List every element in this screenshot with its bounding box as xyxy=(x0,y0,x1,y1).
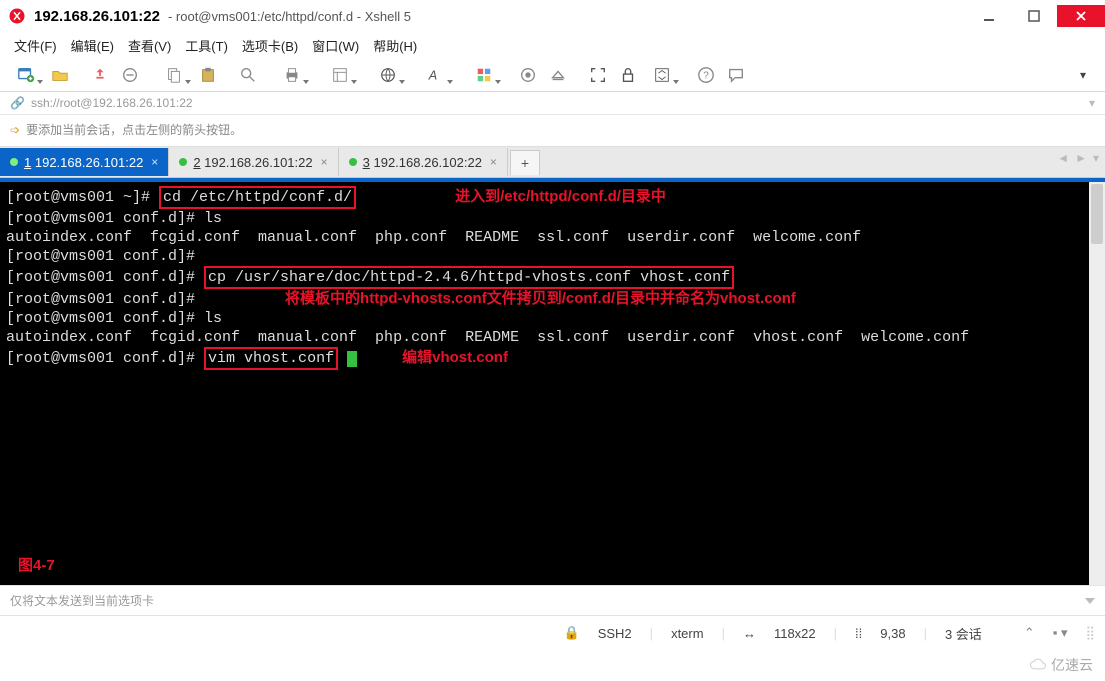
terminal-scrollbar[interactable] xyxy=(1089,182,1105,585)
find-button[interactable] xyxy=(234,63,262,87)
hint-text: 要添加当前会话，点击左侧的箭头按钮。 xyxy=(26,121,242,138)
status-dot-icon xyxy=(349,158,357,166)
minimize-button[interactable] xyxy=(967,5,1011,27)
scroll-lock-button[interactable] xyxy=(644,63,680,87)
address-dropdown[interactable]: ▾ xyxy=(1089,96,1095,110)
status-size: 118x22 xyxy=(774,626,816,641)
reconnect-button[interactable] xyxy=(86,63,114,87)
hint-bar: ➩ 要添加当前会话，点击左侧的箭头按钮。 xyxy=(0,115,1105,147)
highlight-cmd-cp: cp /usr/share/doc/httpd-2.4.6/httpd-vhos… xyxy=(204,266,734,289)
annotation-2: 将模板中的httpd-vhosts.conf文件拷贝到/conf.d/目录中并命… xyxy=(285,290,796,307)
help-button[interactable]: ? xyxy=(692,63,720,87)
menu-file[interactable]: 文件(F) xyxy=(14,36,57,55)
status-dropdown-icon[interactable]: ▪ ▾ xyxy=(1053,625,1068,641)
tab-close-icon[interactable]: × xyxy=(151,155,158,169)
open-session-button[interactable] xyxy=(46,63,74,87)
highlight-cmd-cd: cd /etc/httpd/conf.d/ xyxy=(159,186,356,209)
toolbar-overflow[interactable]: ▾ xyxy=(1069,63,1097,87)
titlebar: 192.168.26.101:22 - root@vms001:/etc/htt… xyxy=(0,0,1105,32)
status-cursor-icon: ⁞⁞ xyxy=(855,626,862,641)
figure-label: 图4-7 xyxy=(18,556,55,575)
fullscreen-button[interactable] xyxy=(584,63,612,87)
address-bar: 🔗 ssh://root@192.168.26.101:22 ▾ xyxy=(0,92,1105,115)
terminal-cursor xyxy=(347,351,357,367)
cloud-icon xyxy=(1029,656,1047,674)
status-dot-icon xyxy=(179,158,187,166)
feedback-button[interactable] xyxy=(722,63,750,87)
xftp-button[interactable] xyxy=(544,63,572,87)
menu-view[interactable]: 查看(V) xyxy=(128,36,171,55)
disconnect-button[interactable] xyxy=(116,63,144,87)
menu-edit[interactable]: 编辑(E) xyxy=(71,36,114,55)
annotation-1: 进入到/etc/httpd/conf.d/目录中 xyxy=(455,188,666,205)
properties-button[interactable] xyxy=(322,63,358,87)
new-session-button[interactable] xyxy=(8,63,44,87)
copy-button[interactable] xyxy=(156,63,192,87)
font-button[interactable]: A xyxy=(418,63,454,87)
tab-close-icon[interactable]: × xyxy=(321,155,328,169)
title-path: - root@vms001:/etc/httpd/conf.d - Xshell… xyxy=(168,9,411,24)
menubar: 文件(F) 编辑(E) 查看(V) 工具(T) 选项卡(B) 窗口(W) 帮助(… xyxy=(0,32,1105,61)
color-scheme-button[interactable] xyxy=(466,63,502,87)
session-tab-3[interactable]: 3 192.168.26.102:22 × xyxy=(339,148,508,176)
send-text-bar[interactable]: 仅将文本发送到当前选项卡 xyxy=(0,585,1105,615)
tab-prev-icon[interactable]: ◄ xyxy=(1057,151,1069,165)
address-text[interactable]: ssh://root@192.168.26.101:22 xyxy=(31,96,193,110)
menu-tools[interactable]: 工具(T) xyxy=(185,36,228,55)
lock-button[interactable] xyxy=(614,63,642,87)
annotation-3: 编辑vhost.conf xyxy=(402,349,508,366)
send-text-placeholder: 仅将文本发送到当前选项卡 xyxy=(10,592,154,609)
brand-watermark: 亿速云 xyxy=(1023,653,1099,677)
svg-text:A: A xyxy=(428,69,437,83)
status-protocol: SSH2 xyxy=(598,626,632,641)
status-up-icon[interactable]: ⌃ xyxy=(1024,625,1035,641)
app-icon xyxy=(8,7,26,25)
send-dropdown-icon[interactable] xyxy=(1085,598,1095,604)
print-button[interactable] xyxy=(274,63,310,87)
tab-close-icon[interactable]: × xyxy=(490,155,497,169)
status-bar: 🔒 SSH2 | xterm | ↔ 118x22 | ⁞⁞ 9,38 | 3 … xyxy=(0,615,1105,650)
session-tabbar: 1 192.168.26.101:22 × 2 192.168.26.101:2… xyxy=(0,147,1105,178)
tab-next-icon[interactable]: ► xyxy=(1075,151,1087,165)
menu-window[interactable]: 窗口(W) xyxy=(312,36,359,55)
status-dot-icon xyxy=(10,158,18,166)
status-termtype: xterm xyxy=(671,626,704,641)
session-tab-2[interactable]: 2 192.168.26.101:22 × xyxy=(169,148,338,176)
close-button[interactable] xyxy=(1057,5,1105,27)
tab-nav: ◄ ► ▾ xyxy=(1057,151,1099,165)
add-session-icon[interactable]: ➩ xyxy=(10,123,20,137)
title-ip: 192.168.26.101:22 xyxy=(34,8,160,25)
status-sessions: 3 会话 xyxy=(945,624,982,643)
status-size-icon: ↔ xyxy=(743,626,756,641)
toolbar: A ? ▾ xyxy=(0,61,1105,92)
terminal[interactable]: [root@vms001 ~]# cd /etc/httpd/conf.d/ 进… xyxy=(0,178,1105,585)
menu-tabs[interactable]: 选项卡(B) xyxy=(242,36,298,55)
highlight-cmd-vim: vim vhost.conf xyxy=(204,347,338,370)
svg-text:?: ? xyxy=(703,71,709,82)
status-cursor: 9,38 xyxy=(880,626,905,641)
xagent-button[interactable] xyxy=(514,63,542,87)
session-tab-1[interactable]: 1 192.168.26.101:22 × xyxy=(0,148,169,176)
status-grip-icon[interactable]: ⣿ xyxy=(1085,625,1095,641)
paste-button[interactable] xyxy=(194,63,222,87)
status-lock-icon: 🔒 xyxy=(564,625,580,641)
menu-help[interactable]: 帮助(H) xyxy=(373,36,417,55)
language-button[interactable] xyxy=(370,63,406,87)
new-tab-button[interactable]: + xyxy=(510,150,540,175)
link-icon: 🔗 xyxy=(10,96,25,110)
maximize-button[interactable] xyxy=(1012,5,1056,27)
tab-list-icon[interactable]: ▾ xyxy=(1093,151,1099,165)
